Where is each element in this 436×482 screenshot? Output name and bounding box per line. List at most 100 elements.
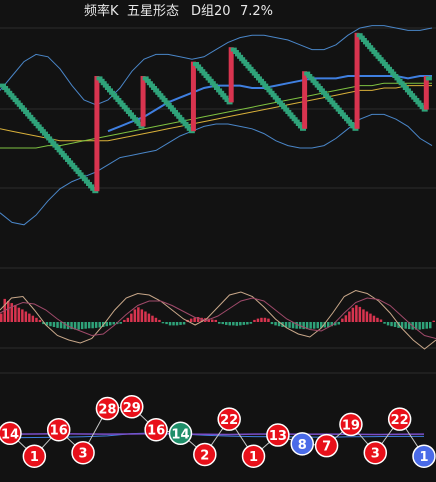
count-ball: 28 [95,396,120,421]
macd-bar [175,322,179,326]
macd-bar [358,306,362,322]
count-ball-label: 3 [79,447,88,462]
macd-bar [193,317,196,322]
count-ball-label: 29 [123,401,141,416]
macd-bar [38,319,42,322]
frequency-k-panel [0,25,433,226]
k-down-step [425,76,432,81]
macd-bar [348,311,351,322]
macd-bar [84,322,87,329]
macd-bar [182,322,186,325]
count-ball: 8 [290,432,314,456]
macd-bar [119,322,122,324]
macd-bar [87,322,91,329]
macd-bar [341,318,344,322]
count-ball: 22 [217,407,241,431]
macd-bar [35,317,38,322]
count-ball-label: 22 [391,413,409,428]
k-up-bar [228,47,234,103]
count-ball-label: 1 [30,450,39,465]
count-ball-label: 28 [98,403,116,418]
macd-bar [91,322,94,329]
macd-bar [105,322,108,327]
macd-bar [137,307,140,322]
k-up-bar [423,76,429,110]
count-ball-label: 16 [50,424,68,439]
macd-bar [211,319,214,322]
count-ball-label: 22 [220,413,238,428]
macd-bar [80,322,84,330]
macd-bar [126,317,130,322]
macd-bar [123,319,126,322]
count-ball: 29 [120,395,144,419]
macd-bar [393,322,397,327]
macd-bar [425,322,428,329]
macd-bar [218,322,221,324]
macd-bar [312,322,316,329]
macd-bar [365,311,369,322]
count-ball-label: 8 [298,438,307,453]
macd-bar [147,313,151,322]
macd-bar [267,318,270,322]
count-ball: 14 [168,421,193,446]
macd-bar [302,322,305,330]
macd-bar [369,313,372,322]
band-upper-line [0,25,433,106]
macd-bar [214,319,217,322]
chart-subtitle: 五星形态 [127,4,180,19]
count-ball: 3 [71,440,95,465]
macd-bar [316,322,319,329]
count-ball: 3 [363,440,388,465]
count-ball-label: 14 [171,427,189,442]
macd-bar [256,318,260,322]
macd-bar [130,313,133,322]
macd-bar [133,309,137,322]
macd-bar [246,322,249,325]
macd-bar [158,319,161,322]
ma-green-line [0,82,432,149]
macd-bar [56,322,59,328]
macd-bar [295,322,298,329]
macd-panel [0,289,436,350]
macd-bar [390,322,393,327]
macd-bar [109,322,112,326]
k-up-bar [140,76,146,127]
percent-label: 7.2% [240,4,274,19]
ma-yellow-line [0,85,432,142]
count-ball: 1 [412,444,436,468]
macd-bar [404,322,407,329]
count-ball-label: 13 [269,429,287,444]
macd-bar [344,315,348,322]
macd-bar [17,307,21,322]
count-ball-label: 14 [1,427,19,442]
macd-bar [386,322,390,326]
group-label: D组20 [191,4,231,19]
macd-bar [94,322,98,328]
macd-bar [362,309,365,322]
macd-bar [59,322,63,329]
macd-bar [168,322,172,326]
macd-bar [351,307,355,322]
count-avg-purple-line [9,432,425,436]
count-ball-label: 19 [342,418,360,433]
macd-bar [144,311,147,322]
count-ball-label: 1 [419,450,428,465]
count-ball: 16 [46,417,71,442]
macd-bar [239,322,242,326]
count-ball: 13 [266,423,290,447]
macd-bar [288,322,291,328]
count-ball-label: 16 [147,424,165,439]
count-ball: 16 [144,417,168,442]
macd-bar [0,313,3,322]
count-ball: 1 [241,444,266,468]
macd-bar [309,322,312,329]
macd-bar [253,319,256,322]
macd-bar [429,322,432,329]
k-up-bar [94,76,100,192]
count-ball: 19 [339,412,363,437]
macd-bar [151,315,154,322]
macd-bar [31,315,35,322]
macd-bar [77,322,80,330]
macd-bar [228,322,231,326]
macd-bar [379,319,383,322]
